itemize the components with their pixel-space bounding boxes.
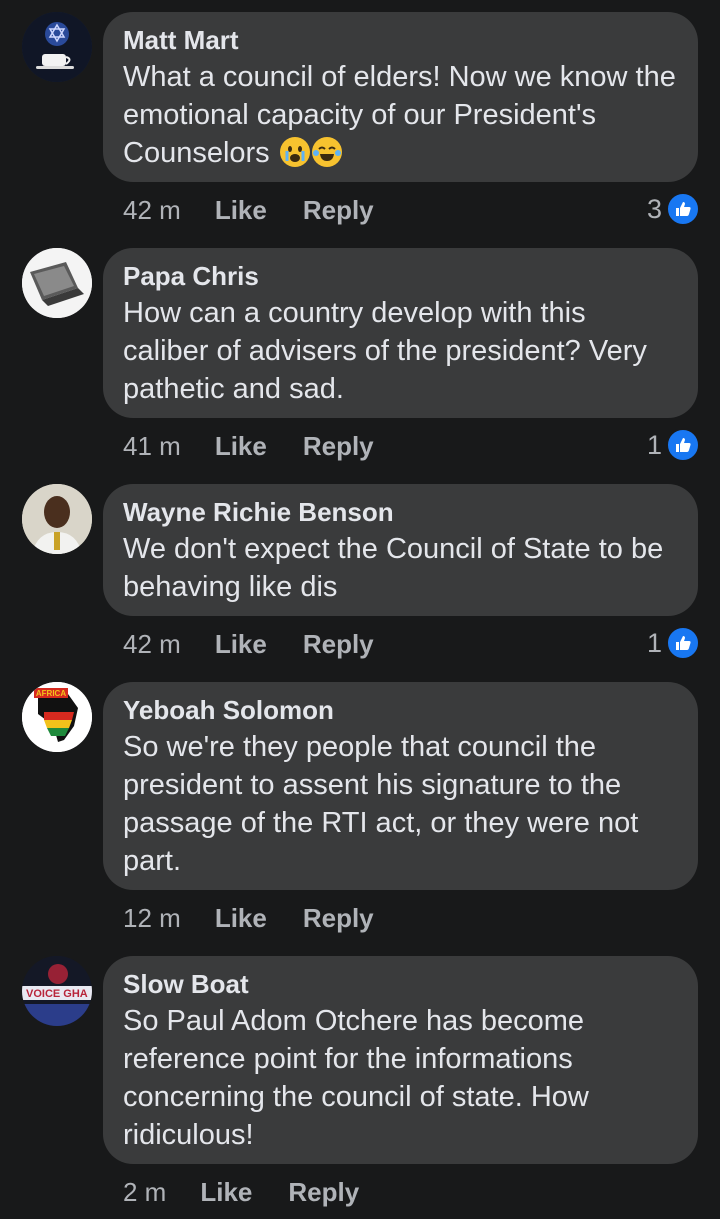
comment-author[interactable]: Papa Chris — [123, 260, 678, 292]
reply-button[interactable]: Reply — [303, 430, 374, 462]
tears-of-joy-icon — [311, 137, 342, 167]
comment-text: So we're they people that council the pr… — [123, 731, 639, 877]
reaction-count: 3 — [646, 193, 662, 224]
comment-actions: 42 m Like Reply — [123, 194, 374, 226]
reaction-summary[interactable]: 3 — [647, 192, 700, 226]
comment-actions: 42 m Like Reply — [123, 628, 374, 660]
comment-timestamp[interactable]: 42 m — [123, 194, 181, 226]
comment-timestamp[interactable]: 42 m — [123, 628, 181, 660]
comment-actions: 41 m Like Reply — [123, 430, 374, 462]
comment-actions: 2 m Like Reply — [123, 1176, 359, 1208]
avatar[interactable] — [22, 12, 92, 82]
like-button[interactable]: Like — [215, 430, 267, 462]
comment-author[interactable]: Wayne Richie Benson — [123, 496, 678, 528]
reply-button[interactable]: Reply — [303, 902, 374, 934]
comment-text: So Paul Adom Otchere has become referenc… — [123, 1005, 589, 1151]
comment-timestamp[interactable]: 12 m — [123, 902, 181, 934]
reaction-summary[interactable]: 1 — [647, 428, 700, 462]
crying-face-icon — [279, 137, 310, 167]
avatar-text: VOICE GHA — [26, 988, 88, 1000]
thumbs-up-icon — [666, 626, 700, 660]
reaction-count: 1 — [646, 429, 662, 460]
avatar-image — [22, 484, 92, 554]
comment-text: What a council of elders! Now we know th… — [123, 58, 678, 172]
like-button[interactable]: Like — [200, 1176, 252, 1208]
avatar-image — [22, 12, 92, 82]
comment-text: We don't expect the Council of State to … — [123, 533, 664, 603]
comment-bubble: Matt Mart What a council of elders! Now … — [103, 12, 698, 182]
avatar[interactable] — [22, 484, 92, 554]
comment-timestamp[interactable]: 41 m — [123, 430, 181, 462]
reply-button[interactable]: Reply — [303, 194, 374, 226]
reply-button[interactable]: Reply — [303, 628, 374, 660]
comment-bubble: Slow Boat So Paul Adom Otchere has becom… — [103, 956, 698, 1164]
thumbs-up-icon — [666, 428, 700, 462]
avatar-image: AFRICA — [22, 682, 92, 752]
thumbs-up-icon — [666, 192, 700, 226]
comment-text: How can a country develop with this cali… — [123, 297, 647, 405]
comment-bubble: Wayne Richie Benson We don't expect the … — [103, 484, 698, 616]
like-button[interactable]: Like — [215, 628, 267, 660]
comment-author[interactable]: Matt Mart — [123, 24, 678, 56]
like-button[interactable]: Like — [215, 194, 267, 226]
reaction-summary[interactable]: 1 — [647, 626, 700, 660]
comment-timestamp[interactable]: 2 m — [123, 1176, 166, 1208]
reaction-count: 1 — [646, 627, 662, 658]
avatar-image — [22, 248, 92, 318]
avatar[interactable]: VOICE GHA — [22, 956, 92, 1026]
like-button[interactable]: Like — [215, 902, 267, 934]
comment-bubble: Yeboah Solomon So we're they people that… — [103, 682, 698, 890]
avatar[interactable]: AFRICA — [22, 682, 92, 752]
reply-button[interactable]: Reply — [288, 1176, 359, 1208]
avatar-image: VOICE GHA — [22, 956, 92, 1026]
avatar[interactable] — [22, 248, 92, 318]
comment-author[interactable]: Yeboah Solomon — [123, 694, 678, 726]
comment-author[interactable]: Slow Boat — [123, 968, 678, 1000]
comment-actions: 12 m Like Reply — [123, 902, 374, 934]
avatar-text: AFRICA — [36, 689, 66, 698]
comment-bubble: Papa Chris How can a country develop wit… — [103, 248, 698, 418]
comment-text-body: What a council of elders! Now we know th… — [123, 61, 676, 169]
